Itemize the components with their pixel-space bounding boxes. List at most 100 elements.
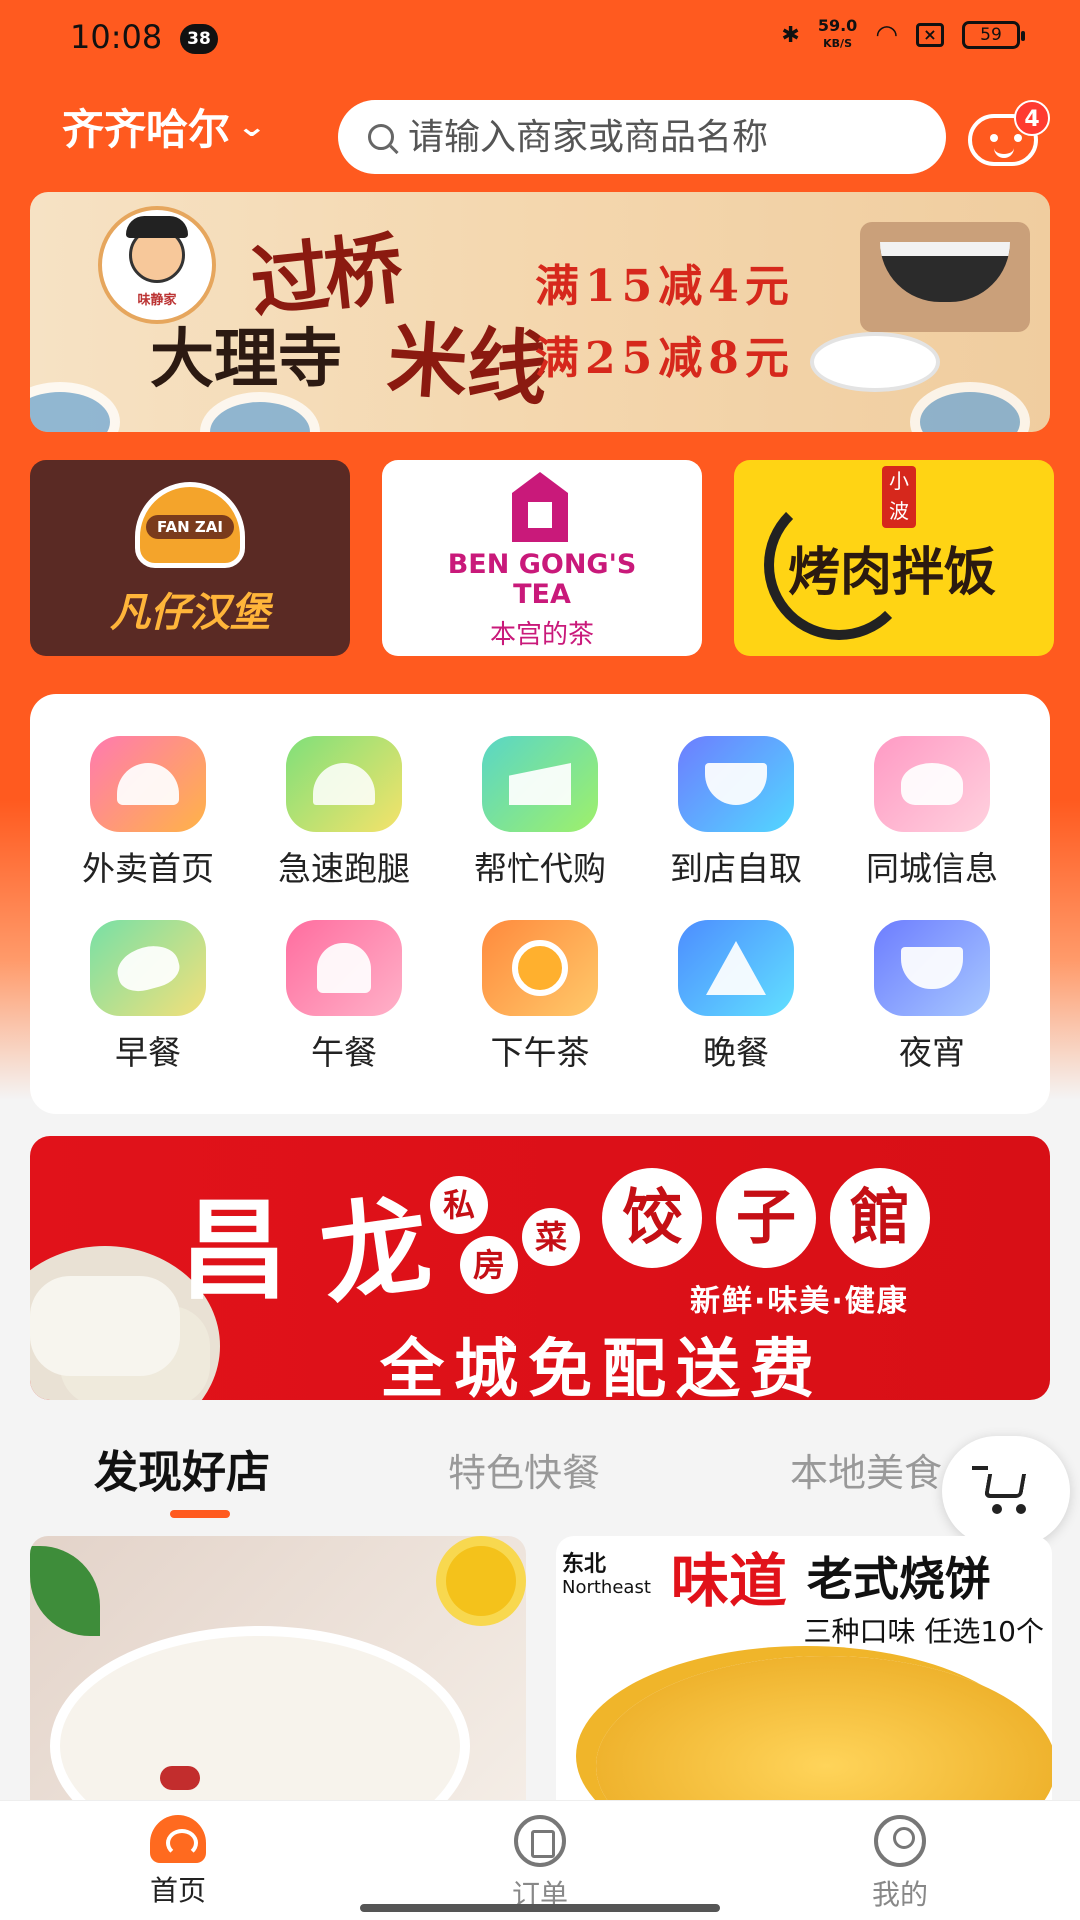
category-item[interactable]: 同城信息 [834, 736, 1030, 890]
brand-label-cn: 本宫的茶 [489, 620, 594, 650]
chef-face-icon [126, 216, 188, 283]
category-item[interactable]: 夜宵 [834, 920, 1030, 1074]
category-label: 夜宵 [899, 1033, 965, 1072]
category-label: 午餐 [311, 1033, 377, 1072]
banner-free-delivery: 全城免配送费 [380, 1332, 824, 1400]
category-label: 早餐 [115, 1033, 181, 1072]
brand-label: 烤肉拌饭 [788, 542, 997, 603]
shop-card-shaobing[interactable]: 东北 Northeast 味道 老式烧饼 三种口味 任选10个 [556, 1536, 1052, 1800]
brand-card-kaorou[interactable]: 小波 烤肉拌饭 [734, 460, 1054, 656]
brand-tag: 小波 [882, 466, 916, 528]
category-item[interactable]: 到店自取 [638, 736, 834, 890]
pancake-image [596, 1656, 1052, 1800]
cloche-icon [90, 736, 206, 832]
bottom-nav: 首页 订单 我的 [0, 1800, 1080, 1920]
message-button[interactable]: 4 [968, 100, 1050, 168]
leaf-decoration [30, 1546, 100, 1636]
house-logo-icon [512, 472, 568, 542]
city-selector[interactable]: 齐齐哈尔 ⌄ [62, 96, 267, 157]
orange-icon [482, 920, 598, 1016]
brand-card-fanzai[interactable]: 凡仔汉堡 [30, 460, 350, 656]
banner-slogan: 新鲜·味美·健康 [690, 1284, 909, 1319]
rice-ball-icon [678, 920, 794, 1016]
cart-button[interactable] [942, 1436, 1070, 1546]
brand-card-bengong-tea[interactable]: BEN GONG'S TEA 本宫的茶 [382, 460, 702, 656]
nav-label: 首页 [149, 1874, 206, 1907]
flower-decoration [446, 1546, 516, 1616]
category-item[interactable]: 外卖首页 [50, 736, 246, 890]
noodle-bowl-icon [678, 736, 794, 832]
category-label: 外卖首页 [82, 849, 214, 888]
cloud-decoration [910, 382, 1030, 432]
category-label: 到店自取 [670, 849, 802, 888]
nav-mine[interactable]: 我的 [800, 1815, 1000, 1913]
shop-laoshi: 老式烧饼 [806, 1552, 991, 1606]
category-item[interactable]: 急速跑腿 [246, 736, 442, 890]
banner-big-char-2: 龙 [313, 1181, 438, 1321]
noodle-pot-image [860, 222, 1030, 332]
category-item[interactable]: 帮忙代购 [442, 736, 638, 890]
cupcake-icon [286, 920, 402, 1016]
promo-banner-jiaozi[interactable]: 昌 龙 私 房 菜 饺 子 館 新鲜·味美·健康 全城免配送费 [30, 1136, 1050, 1400]
category-label: 晚餐 [703, 1033, 769, 1072]
bun-icon [874, 736, 990, 832]
banner-small-char-1: 私 [430, 1176, 488, 1234]
brand-name: 味静家 [137, 293, 177, 308]
home-icon [150, 1815, 206, 1863]
status-bar: 10:08 38 ✱ 59.0 KB/S ◠ × 59 [0, 0, 1080, 80]
category-panel: 外卖首页 急速跑腿 帮忙代购 到店自取 同城信息 早餐 午餐 下午茶 晚餐 夜宵 [30, 694, 1050, 1114]
category-item[interactable]: 下午茶 [442, 920, 638, 1074]
category-item[interactable]: 早餐 [50, 920, 246, 1074]
basket-icon [874, 920, 990, 1016]
wifi-icon: ◠ [875, 20, 898, 50]
shop-northeast-cn: 东北 [562, 1551, 607, 1577]
cake-icon [482, 736, 598, 832]
cart-icon [972, 1466, 988, 1470]
city-name: 齐齐哈尔 [62, 105, 231, 154]
tab-discover[interactable]: 发现好店 [94, 1436, 270, 1500]
home-indicator[interactable] [360, 1904, 720, 1912]
category-label: 急速跑腿 [278, 849, 410, 888]
category-item[interactable]: 午餐 [246, 920, 442, 1074]
category-item[interactable]: 晚餐 [638, 920, 834, 1074]
bluetooth-icon: ✱ [781, 22, 800, 48]
noodle-plate-image [810, 332, 940, 392]
sim-icon: × [916, 23, 944, 47]
search-bar[interactable] [338, 100, 946, 174]
banner-circle-char-2: 子 [716, 1168, 816, 1268]
brand-label-en: BEN GONG'S TEA [382, 550, 702, 610]
shop-subtitle: 三种口味 任选10个 [803, 1615, 1044, 1648]
net-speed: 59.0 KB/S [818, 18, 857, 52]
brand-logo: 味静家 [98, 206, 216, 324]
nav-label: 我的 [871, 1878, 928, 1911]
promo-banner-mixian[interactable]: 味静家 过桥 大理寺 米线 满15减4元 满25减8元 [30, 192, 1050, 432]
search-input[interactable] [408, 116, 928, 158]
banner-circle-char-3: 館 [830, 1168, 930, 1268]
porridge-bowl-image [50, 1626, 470, 1800]
shop-weidao: 味道 [670, 1547, 787, 1615]
notification-badge: 38 [180, 24, 218, 54]
brand-label-en-2: TEA [513, 579, 571, 610]
shop-card-porridge[interactable] [30, 1536, 526, 1800]
order-list-icon [514, 1815, 566, 1867]
banner-title-3: 米线 [384, 311, 551, 417]
nav-orders[interactable]: 订单 [440, 1815, 640, 1913]
category-label: 同城信息 [866, 849, 998, 888]
shop-header-text: 东北 Northeast 味道 老式烧饼 [556, 1536, 1052, 1616]
banner-big-char-1: 昌 [180, 1188, 289, 1314]
promo-line-1: 满15减4元 [535, 261, 795, 312]
category-label: 帮忙代购 [474, 849, 606, 888]
search-icon [368, 124, 394, 150]
nav-home[interactable]: 首页 [78, 1815, 278, 1909]
net-speed-unit: KB/S [823, 37, 852, 50]
burger-logo-icon [135, 482, 245, 568]
shop-tabs: 发现好店 特色快餐 本地美食 [0, 1420, 1080, 1520]
cloud-decoration [30, 382, 120, 432]
tab-local-food[interactable]: 本地美食 [790, 1442, 942, 1497]
tab-fast-food[interactable]: 特色快餐 [448, 1442, 600, 1497]
banner-small-char-3: 菜 [522, 1208, 580, 1266]
brand-label: 凡仔汉堡 [110, 590, 270, 636]
banner-title-2: 大理寺 [150, 322, 342, 397]
shop-northeast-en: Northeast [562, 1576, 651, 1598]
goji-berry-decoration [160, 1766, 200, 1790]
